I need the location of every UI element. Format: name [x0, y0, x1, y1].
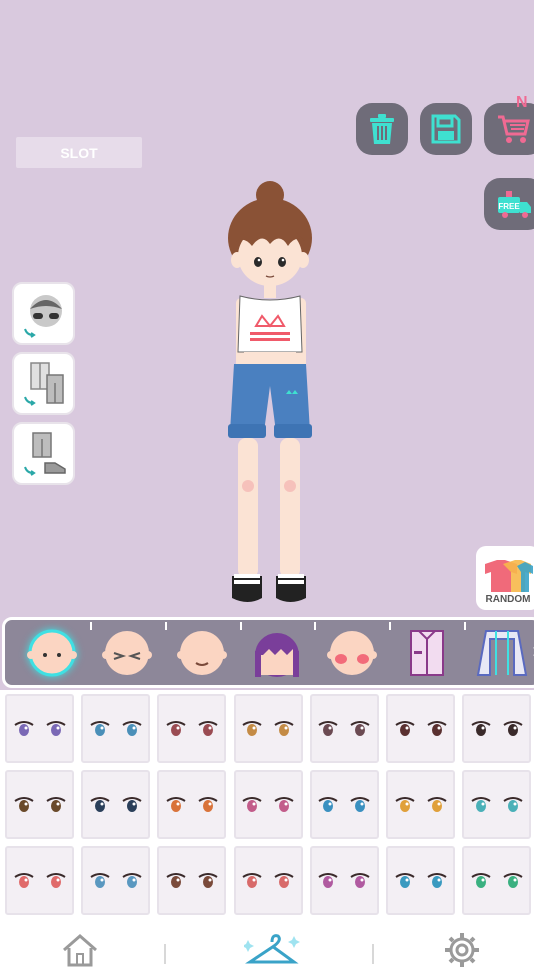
eye-option-tile[interactable] — [462, 770, 532, 839]
head-sunglasses-icon — [23, 294, 62, 338]
eye-option-tile[interactable] — [386, 770, 455, 839]
hair-icon — [255, 632, 299, 677]
eye-option-tile[interactable] — [386, 846, 455, 915]
eye-pair-icon — [90, 720, 142, 736]
eye-pair-icon — [394, 872, 447, 888]
nav-separator — [372, 944, 374, 964]
blush-icon — [326, 630, 377, 675]
nav-closet[interactable] — [244, 930, 300, 970]
random-label: RANDOM — [485, 594, 531, 605]
eye-option-tile[interactable] — [157, 770, 227, 839]
eye-option-tile[interactable] — [309, 846, 379, 915]
eye-pair-icon — [166, 796, 218, 812]
eye-option-tile[interactable] — [233, 694, 303, 763]
bottom-nav — [0, 922, 534, 977]
eye-pair-icon — [13, 796, 66, 812]
eye-pair-icon — [318, 720, 370, 736]
face-closed-eyes-icon — [102, 630, 153, 675]
free-truck-icon: FREE — [498, 191, 531, 218]
category-blush[interactable] — [314, 621, 389, 684]
swap-head-button[interactable] — [12, 282, 75, 345]
eye-option-tile[interactable] — [233, 846, 303, 915]
eye-option-tile[interactable] — [386, 694, 455, 763]
random-shirt-icon — [485, 560, 533, 592]
eye-pair-icon — [242, 720, 294, 736]
swap-shoes-button[interactable] — [12, 422, 75, 485]
eye-option-tile[interactable] — [309, 694, 379, 763]
face-base-icon — [27, 629, 78, 676]
settings-icon — [445, 933, 479, 967]
face-smile-icon — [177, 630, 228, 675]
eye-option-tile[interactable] — [5, 694, 74, 763]
eye-pair-icon — [471, 720, 523, 736]
save-button[interactable] — [420, 103, 472, 155]
eye-pair-icon — [90, 796, 142, 812]
eye-option-tile[interactable] — [5, 846, 74, 915]
category-bar: › — [2, 617, 534, 688]
eye-pair-icon — [394, 720, 447, 736]
eye-pair-icon — [394, 796, 447, 812]
swap-outfit-button[interactable] — [12, 352, 75, 415]
shirt-pants-icon — [23, 361, 64, 406]
category-face-smile[interactable] — [164, 621, 240, 684]
eye-pair-icon — [318, 872, 370, 888]
eye-option-tile[interactable] — [309, 770, 379, 839]
shirt-icon — [409, 629, 444, 676]
free-label: FREE — [498, 202, 520, 211]
slot-button[interactable]: SLOT — [16, 137, 142, 168]
dress-up-stage: SLOT N FREE RANDOM — [0, 0, 534, 615]
eye-option-tile[interactable] — [233, 770, 303, 839]
eye-option-tile[interactable] — [81, 770, 151, 839]
eye-pair-icon — [318, 796, 370, 812]
random-button[interactable]: RANDOM — [476, 546, 534, 610]
category-shirt[interactable] — [389, 621, 464, 684]
eye-option-tile[interactable] — [5, 770, 74, 839]
eye-pair-icon — [471, 872, 523, 888]
nav-settings[interactable] — [440, 930, 484, 970]
delete-button[interactable] — [356, 103, 408, 155]
eye-option-tile[interactable] — [157, 694, 227, 763]
eye-option-tile[interactable] — [81, 846, 151, 915]
eye-pair-icon — [13, 720, 66, 736]
category-face-closed-eyes[interactable] — [89, 621, 165, 684]
eye-pair-icon — [242, 796, 294, 812]
eye-pair-icon — [90, 872, 142, 888]
category-jacket[interactable] — [464, 621, 534, 684]
jacket-icon — [476, 629, 527, 676]
eye-option-tile[interactable] — [462, 846, 532, 915]
nav-separator — [164, 944, 166, 964]
hanger-icon — [244, 934, 300, 964]
eye-pair-icon — [166, 720, 218, 736]
category-hair[interactable] — [239, 621, 315, 684]
eye-option-tile[interactable] — [157, 846, 227, 915]
nav-home[interactable] — [58, 930, 102, 970]
pants-shoes-icon — [23, 431, 66, 476]
eye-option-tile[interactable] — [81, 694, 151, 763]
new-badge: N — [516, 94, 528, 111]
slot-label: SLOT — [60, 144, 98, 161]
eye-pair-icon — [13, 872, 66, 888]
eye-option-tile[interactable] — [462, 694, 532, 763]
floppy-disk-icon — [431, 114, 461, 144]
eye-pair-icon — [471, 796, 523, 812]
home-icon — [63, 934, 97, 967]
cart-icon — [498, 115, 530, 143]
free-gift-button[interactable]: FREE — [484, 178, 534, 230]
eye-pair-icon — [242, 872, 294, 888]
eye-options-grid — [0, 690, 534, 922]
character-avatar — [228, 181, 312, 602]
eye-pair-icon — [166, 872, 218, 888]
category-face-base[interactable] — [15, 622, 90, 684]
trash-icon — [370, 114, 394, 144]
